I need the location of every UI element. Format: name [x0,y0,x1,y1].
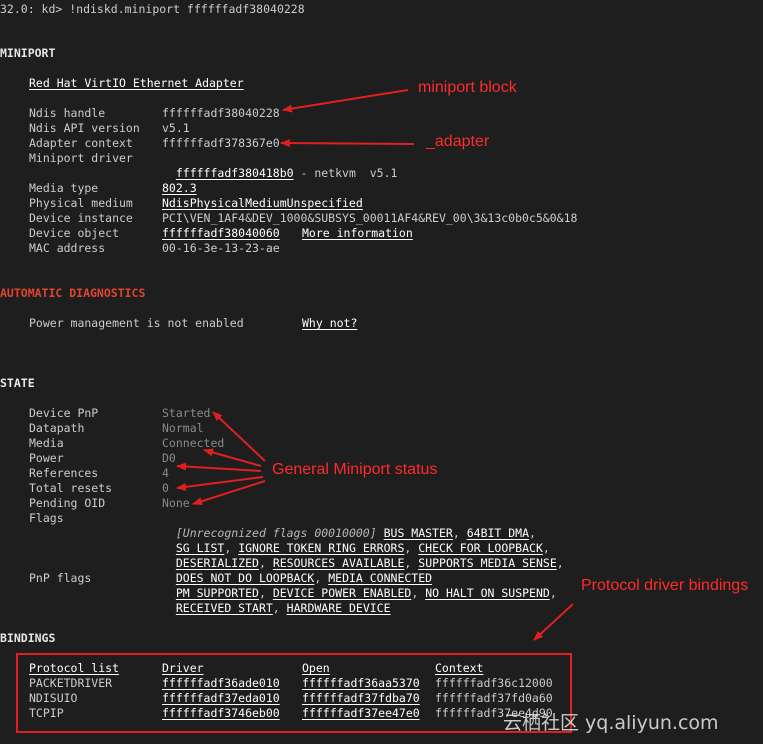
arrow-to-references [176,462,262,472]
annotation-miniport-block: miniport block [418,79,517,96]
annotation-general-status: General Miniport status [272,461,438,478]
watermark: 云栖社区 yq.aliyun.com [503,712,719,734]
arrow-to-adapter-context [280,139,415,148]
arrow-to-ndis-handle [282,89,409,113]
arrow-to-bindings [533,603,574,641]
arrow-to-power [203,448,262,467]
annotation-arrows [176,89,574,641]
annotation-protocol-bindings: Protocol driver bindings [581,577,749,594]
arrow-to-device-pnp [212,411,266,462]
annotation-adapter: _adapter [426,133,490,150]
